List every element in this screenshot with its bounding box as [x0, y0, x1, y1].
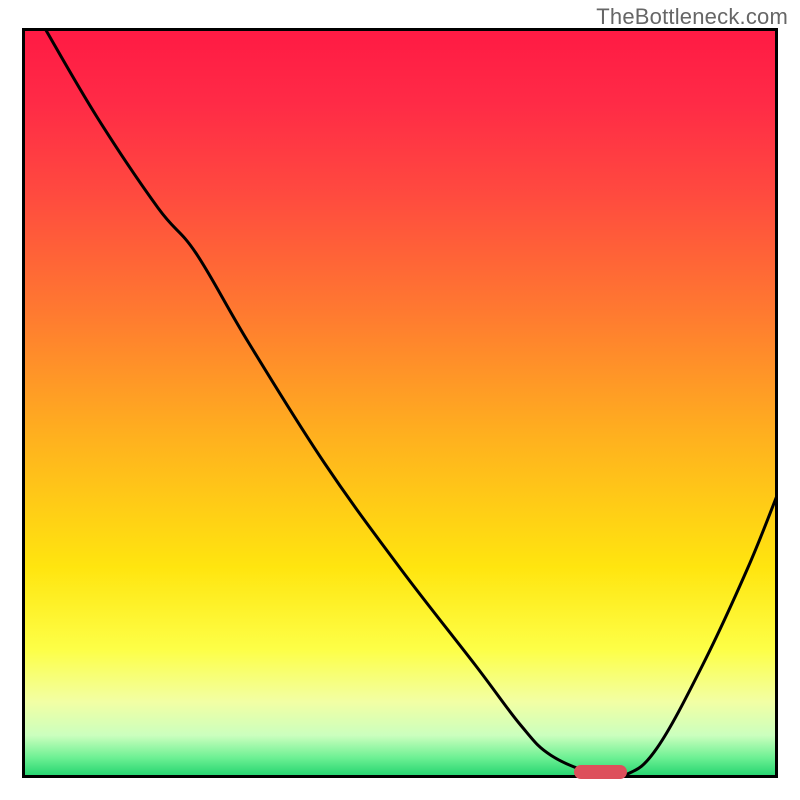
optimal-range-marker [574, 765, 627, 779]
gradient-background [24, 30, 777, 777]
chart-container: TheBottleneck.com [0, 0, 800, 800]
watermark-text: TheBottleneck.com [596, 4, 788, 30]
plot-area [22, 28, 778, 778]
plot-svg [22, 28, 778, 778]
